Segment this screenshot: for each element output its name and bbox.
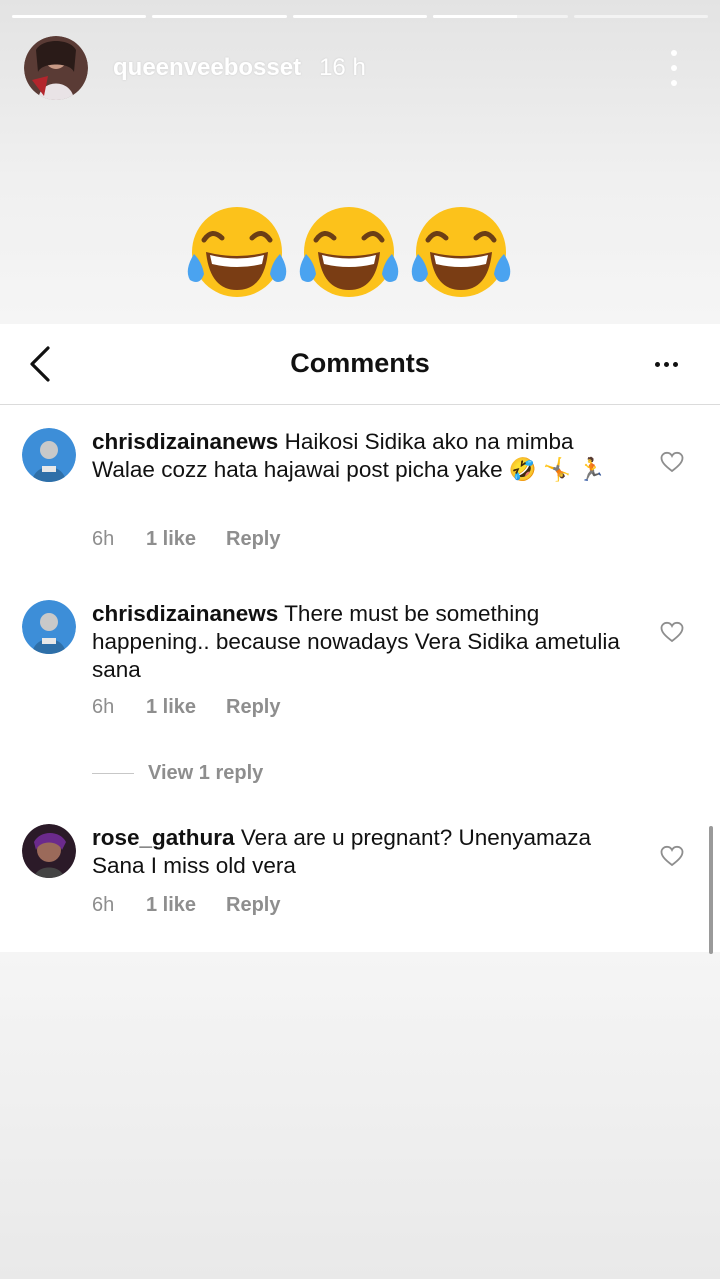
avatar[interactable] xyxy=(22,824,76,878)
like-heart-icon[interactable] xyxy=(660,451,684,473)
comment-likes[interactable]: 1 like xyxy=(146,894,226,917)
story-avatar[interactable] xyxy=(24,36,88,100)
comment-time: 6h xyxy=(92,696,115,718)
story-emoji-row xyxy=(184,200,516,308)
laughing-tears-emoji-icon xyxy=(187,207,287,297)
comment-username[interactable]: chrisdizainanews xyxy=(92,429,278,454)
progress-segment xyxy=(433,15,568,18)
comment-likes[interactable]: 1 like xyxy=(146,528,226,551)
more-options-icon[interactable] xyxy=(655,362,678,367)
like-heart-icon[interactable] xyxy=(660,845,684,867)
comment-time: 6h xyxy=(92,528,115,550)
scrollbar[interactable] xyxy=(709,826,713,954)
like-heart-icon[interactable] xyxy=(660,621,684,643)
progress-segment xyxy=(152,15,287,18)
comment-username[interactable]: rose_gathura xyxy=(92,825,235,850)
story-timestamp: 16 h xyxy=(319,54,366,81)
reply-button[interactable]: Reply xyxy=(226,894,280,917)
comment-username[interactable]: chrisdizainanews xyxy=(92,601,278,626)
reply-button[interactable]: Reply xyxy=(226,696,280,719)
story-progress xyxy=(12,15,709,18)
page-title: Comments xyxy=(290,348,430,378)
avatar[interactable] xyxy=(22,600,76,654)
story-header: queenveebosset 16 h xyxy=(24,36,696,100)
progress-segment xyxy=(573,15,709,18)
comment-emojis: 🤣 🤸 🏃 xyxy=(508,457,606,482)
avatar[interactable] xyxy=(22,428,76,482)
view-replies-button[interactable]: View 1 reply xyxy=(92,762,263,785)
comments-panel: Comments chrisdizainanews Haikosi Sidika… xyxy=(0,324,720,954)
comment-time: 6h xyxy=(92,894,115,916)
view-replies-label: View 1 reply xyxy=(148,762,264,784)
reply-button[interactable]: Reply xyxy=(226,528,280,551)
laughing-tears-emoji-icon xyxy=(411,207,511,297)
progress-segment xyxy=(292,15,428,18)
divider xyxy=(92,773,134,774)
comments-header: Comments xyxy=(0,324,720,405)
progress-segment xyxy=(12,15,147,18)
story-username[interactable]: queenveebosset xyxy=(113,54,301,82)
comment-likes[interactable]: 1 like xyxy=(146,696,226,719)
laughing-tears-emoji-icon xyxy=(299,207,399,297)
more-options-icon[interactable] xyxy=(670,50,678,86)
